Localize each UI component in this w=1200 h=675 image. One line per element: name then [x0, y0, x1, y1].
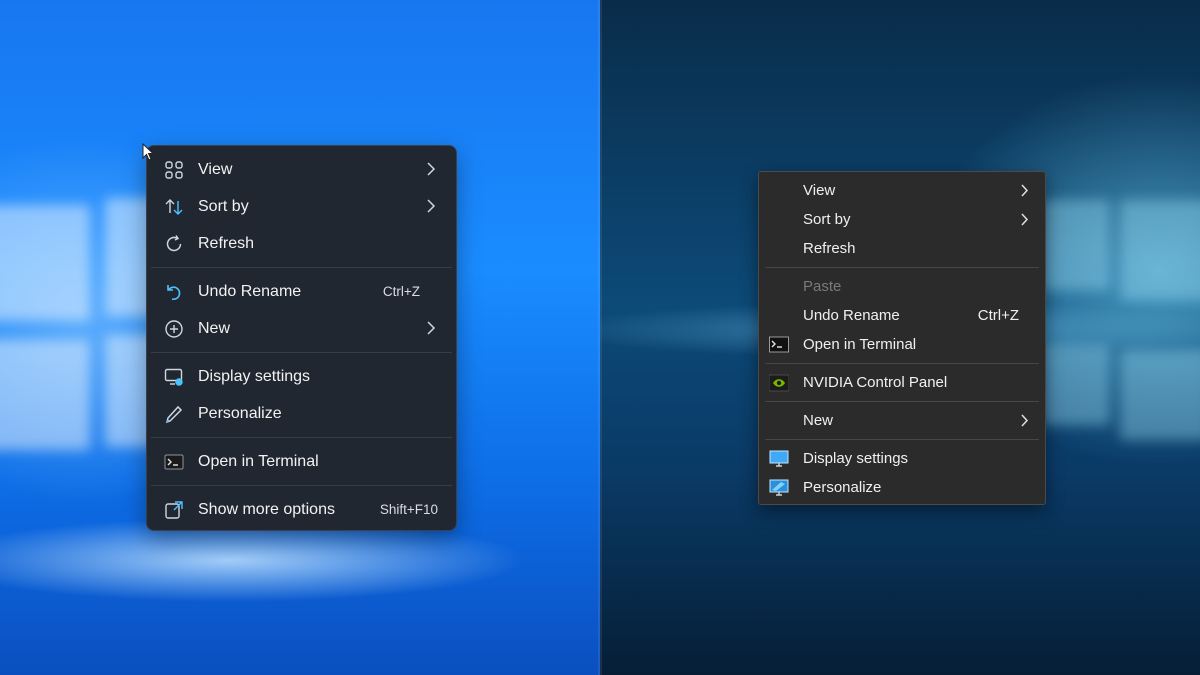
split-divider: [598, 0, 602, 675]
menu-item-new[interactable]: New: [147, 310, 456, 347]
menu-item-paste[interactable]: Paste: [759, 272, 1045, 301]
menu-item-label: Paste: [803, 278, 842, 295]
windows-logo-pane: [1040, 200, 1110, 290]
menu-item-label: Show more options: [198, 500, 335, 518]
personalize-icon: [769, 479, 789, 496]
menu-item-label: Sort by: [198, 197, 249, 215]
chevron-right-icon: [427, 162, 436, 176]
menu-item-label: Open in Terminal: [803, 336, 917, 353]
shortcut-text: Shift+F10: [379, 502, 438, 517]
menu-item-refresh[interactable]: Refresh: [759, 234, 1045, 263]
windows-logo-pane: [1120, 350, 1200, 440]
windows-logo-pane: [1120, 200, 1200, 300]
menu-item-sort-by[interactable]: Sort by: [759, 205, 1045, 234]
menu-item-label: Personalize: [803, 479, 882, 496]
terminal-icon: [164, 454, 184, 470]
sort-arrows-icon: [165, 199, 183, 215]
chevron-right-icon: [1021, 184, 1029, 197]
shortcut-text: Ctrl+Z: [382, 284, 420, 299]
refresh-icon: [166, 235, 182, 252]
display-settings-icon: [164, 368, 183, 386]
menu-item-open-in-terminal[interactable]: Open in Terminal: [147, 443, 456, 480]
menu-item-label: Undo Rename: [198, 282, 302, 300]
menu-item-personalize[interactable]: Personalize: [147, 395, 456, 432]
menu-item-display-settings[interactable]: Display settings: [147, 358, 456, 395]
undo-icon: [167, 285, 181, 300]
menu-item-label: Sort by: [803, 211, 851, 228]
menu-separator: [765, 267, 1039, 268]
windows-10-context-menu: View Sort by Refresh Paste Undo Rename C…: [758, 171, 1046, 505]
menu-item-label: Display settings: [803, 450, 909, 467]
menu-item-display-settings[interactable]: Display settings: [759, 444, 1045, 473]
menu-separator: [765, 439, 1039, 440]
menu-separator: [765, 401, 1039, 402]
menu-item-show-more-options[interactable]: Show more options Shift+F10: [147, 491, 456, 528]
menu-item-open-in-terminal[interactable]: Open in Terminal: [759, 330, 1045, 359]
menu-separator: [151, 485, 452, 486]
menu-item-label: New: [803, 412, 834, 429]
windows-logo-pane: [0, 205, 90, 320]
menu-separator: [151, 352, 452, 353]
windows-logo-pane: [0, 340, 90, 450]
menu-separator: [151, 437, 452, 438]
menu-item-view[interactable]: View: [759, 176, 1045, 205]
menu-separator: [765, 363, 1039, 364]
grid-view-icon: [165, 161, 183, 179]
menu-item-undo-rename[interactable]: Undo Rename Ctrl+Z: [759, 301, 1045, 330]
menu-item-label: Refresh: [198, 234, 255, 252]
menu-item-label: View: [803, 182, 836, 199]
menu-item-personalize[interactable]: Personalize: [759, 473, 1045, 502]
menu-item-label: Undo Rename: [803, 307, 900, 324]
shortcut-text: Ctrl+Z: [977, 307, 1019, 324]
menu-item-label: Personalize: [198, 404, 282, 422]
menu-item-label: Open in Terminal: [198, 452, 319, 470]
terminal-icon: [769, 336, 789, 353]
plus-circle-icon: [165, 320, 183, 338]
chevron-right-icon: [1021, 414, 1029, 427]
menu-separator: [151, 267, 452, 268]
windows-logo-pane: [1040, 345, 1110, 425]
menu-item-refresh[interactable]: Refresh: [147, 225, 456, 262]
menu-item-new[interactable]: New: [759, 406, 1045, 435]
menu-item-undo-rename[interactable]: Undo Rename Ctrl+Z: [147, 273, 456, 310]
menu-item-label: New: [198, 319, 231, 337]
chevron-right-icon: [1021, 213, 1029, 226]
menu-item-label: View: [198, 160, 233, 178]
menu-item-label: Display settings: [198, 367, 311, 385]
mouse-cursor-icon: [142, 143, 155, 161]
chevron-right-icon: [427, 321, 436, 335]
menu-item-sort-by[interactable]: Sort by: [147, 188, 456, 225]
chevron-right-icon: [427, 199, 436, 213]
menu-item-nvidia-control-panel[interactable]: NVIDIA Control Panel: [759, 368, 1045, 397]
menu-item-view[interactable]: View: [147, 151, 456, 188]
windows-11-context-menu: View Sort by Refresh Undo Rename Ctrl+Z …: [146, 145, 457, 531]
menu-item-label: NVIDIA Control Panel: [803, 374, 948, 391]
nvidia-icon: [769, 374, 789, 392]
pen-icon: [165, 405, 183, 424]
show-more-icon: [165, 501, 183, 519]
menu-item-label: Refresh: [803, 240, 856, 257]
monitor-icon: [769, 450, 789, 467]
